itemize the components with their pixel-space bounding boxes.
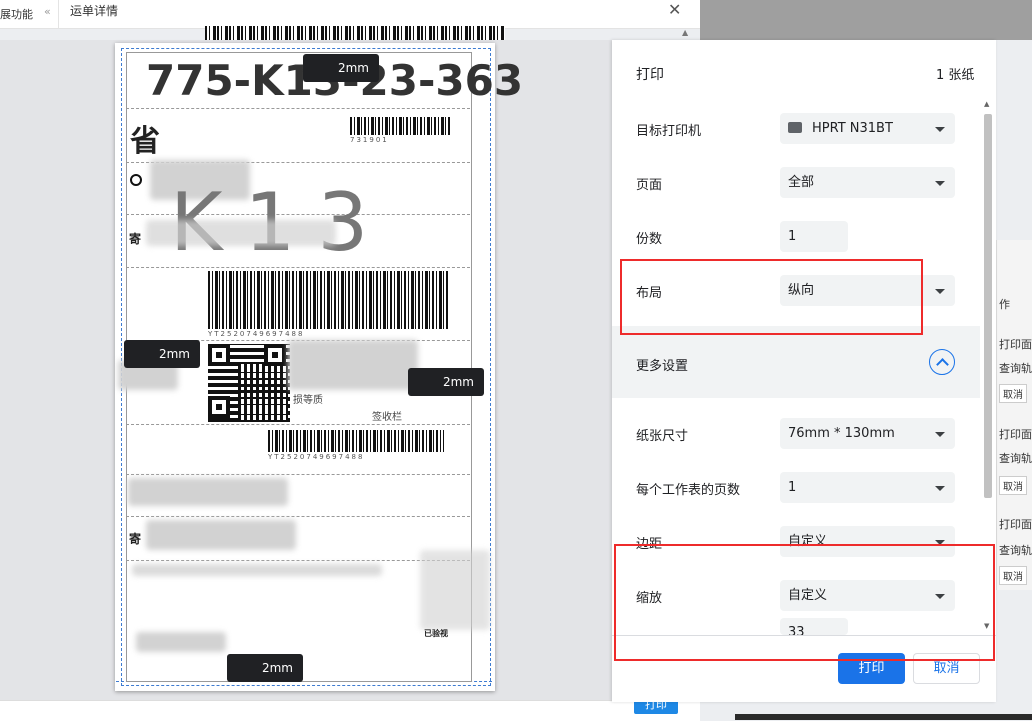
barcode-small xyxy=(350,117,452,135)
settings-scrollbar-thumb[interactable] xyxy=(984,114,992,498)
collapse-icon[interactable]: « xyxy=(44,5,51,18)
sheet-count: 1 张纸 xyxy=(936,68,975,83)
highlight-box-layout xyxy=(620,259,923,335)
redacted-block xyxy=(420,550,490,630)
bg-print-label-link[interactable]: 打印面单 xyxy=(999,516,1032,532)
copies-input[interactable]: 1 xyxy=(780,221,848,252)
redacted-block xyxy=(128,478,288,506)
app-bottom-bar xyxy=(0,700,700,721)
highlight-box-scale xyxy=(614,544,995,661)
bg-cancel-button[interactable]: 取消 xyxy=(999,566,1027,585)
margin-top-tag[interactable]: 2mm xyxy=(303,54,379,82)
bg-track-link[interactable]: 查询轨迹 xyxy=(999,542,1032,558)
redacted-block xyxy=(132,564,382,576)
label-divider xyxy=(126,474,470,475)
redacted-block xyxy=(146,520,296,550)
barcode-main-text: YT2520749697488 xyxy=(208,330,305,338)
pages-per-sheet-value: 1 xyxy=(788,480,797,495)
barcode-secondary-text: YT2520749697488 xyxy=(268,453,365,461)
label-divider xyxy=(126,516,470,517)
scroll-up-icon[interactable]: ▲ xyxy=(682,28,688,37)
barcode-secondary xyxy=(268,430,444,452)
margin-right-tag[interactable]: 2mm xyxy=(408,368,484,396)
qr-code xyxy=(208,344,290,422)
bg-print-label-link[interactable]: 打印面单 xyxy=(999,426,1032,442)
paper-size-value: 76mm * 130mm xyxy=(788,426,895,441)
more-settings-label: 更多设置 xyxy=(636,359,689,374)
chevron-down-icon xyxy=(935,289,945,294)
bg-cancel-button[interactable]: 取消 xyxy=(999,384,1027,403)
overlay-strip xyxy=(700,0,1032,40)
redacted-block xyxy=(136,632,226,652)
damage-text: 损等质 xyxy=(293,395,323,406)
bg-action-column: 作 打印面单 查询轨迹 取消 打印面单 查询轨迹 取消 打印面单 查询轨迹 取消 xyxy=(996,240,1032,590)
pages-per-sheet-select[interactable]: 1 xyxy=(780,472,955,503)
printer-label: 目标打印机 xyxy=(636,124,702,139)
province-char: 省 xyxy=(130,124,160,159)
barcode-top-partial xyxy=(205,26,505,40)
bg-bottom-bar xyxy=(735,714,1032,720)
redacted-block xyxy=(146,220,336,246)
paper-size-label: 纸张尺寸 xyxy=(636,429,689,444)
bg-track-link[interactable]: 查询轨迹 xyxy=(999,450,1032,466)
paper-size-select[interactable]: 76mm * 130mm xyxy=(780,418,955,449)
label-divider xyxy=(126,560,470,561)
barcode-small-text: 731901 xyxy=(350,136,389,144)
pages-label: 页面 xyxy=(636,178,663,193)
bg-track-link[interactable]: 查询轨迹 xyxy=(999,360,1032,376)
pages-per-sheet-label: 每个工作表的页数 xyxy=(636,483,741,498)
tab-extend[interactable]: 展功能 xyxy=(0,6,33,22)
printer-select[interactable]: HPRT N31BT xyxy=(780,113,955,144)
pages-select[interactable]: 全部 xyxy=(780,167,955,198)
sender-char-2: 寄 xyxy=(129,532,142,546)
redacted-block xyxy=(288,340,418,390)
chevron-down-icon xyxy=(935,432,945,437)
dialog-title: 运单详情 xyxy=(70,4,119,18)
scroll-up-icon[interactable]: ▲ xyxy=(984,100,989,108)
print-title: 打印 xyxy=(636,67,664,83)
label-divider xyxy=(126,108,470,109)
label-divider xyxy=(126,424,470,425)
bg-cancel-button[interactable]: 取消 xyxy=(999,476,1027,495)
sender-char: 寄 xyxy=(129,232,142,246)
chevron-down-icon xyxy=(935,181,945,186)
location-pin-icon xyxy=(130,174,142,186)
divider xyxy=(58,0,59,28)
close-icon[interactable]: ✕ xyxy=(668,0,681,19)
bg-print-label-link[interactable]: 打印面单 xyxy=(999,336,1032,352)
checked-stamp: 已验视 xyxy=(424,629,448,638)
printer-value: HPRT N31BT xyxy=(812,121,893,136)
bg-header: 作 xyxy=(999,298,1010,311)
printer-icon xyxy=(788,122,802,133)
barcode-main xyxy=(208,271,450,329)
chevron-down-icon xyxy=(935,486,945,491)
margin-left-tag[interactable]: 2mm xyxy=(124,340,200,368)
chevron-down-icon xyxy=(935,127,945,132)
margin-bottom-tag[interactable]: 2mm xyxy=(227,654,303,682)
pages-value: 全部 xyxy=(788,175,815,190)
sign-field-label: 签收栏 xyxy=(372,412,402,423)
copies-label: 份数 xyxy=(636,232,663,247)
chevron-up-icon[interactable] xyxy=(929,349,955,375)
